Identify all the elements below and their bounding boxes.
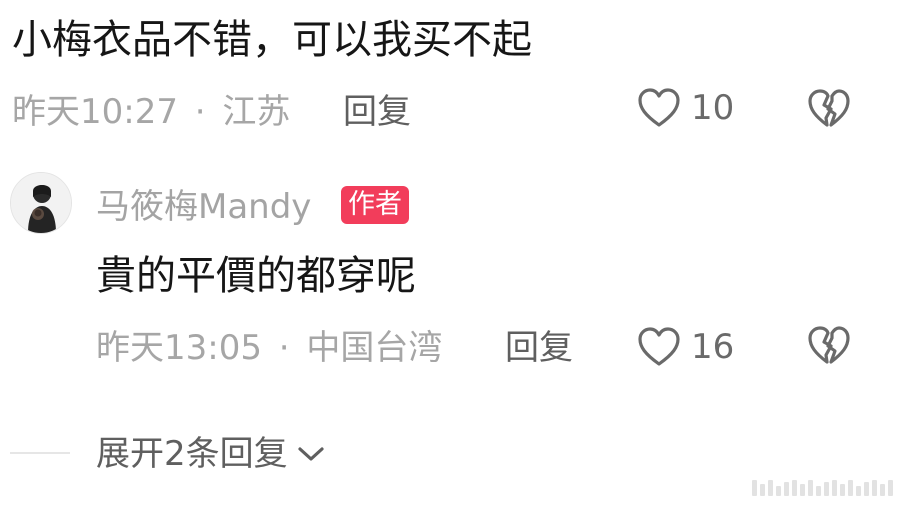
expand-replies-button[interactable]: 展开2条回复: [96, 432, 326, 476]
reply-meta: 昨天13:05 · 中国台湾: [96, 326, 442, 370]
author-name[interactable]: 马筱梅Mandy: [96, 186, 311, 228]
meta-separator: ·: [194, 92, 206, 132]
chevron-down-icon: [296, 444, 326, 464]
comment-like-button[interactable]: 10: [637, 86, 734, 130]
comment-text: 小梅衣品不错，可以我买不起: [12, 17, 532, 63]
broken-heart-icon: [807, 88, 851, 130]
expand-divider: [10, 452, 70, 454]
author-avatar[interactable]: [10, 172, 72, 234]
comment-time: 昨天10:27: [12, 92, 178, 132]
watermark: [752, 480, 893, 496]
reply-like-button[interactable]: 16: [637, 325, 734, 369]
heart-outline-icon: [637, 87, 681, 129]
comment-meta: 昨天10:27 · 江苏: [12, 90, 290, 134]
reply-text: 貴的平價的都穿呢: [96, 253, 416, 299]
author-badge: 作者: [341, 186, 409, 224]
comment-like-count: 10: [691, 88, 735, 128]
reply-dislike-button[interactable]: [807, 325, 851, 367]
reply-like-count: 16: [691, 327, 735, 367]
meta-separator: ·: [278, 328, 290, 368]
reply-location: 中国台湾: [306, 328, 443, 368]
comment-dislike-button[interactable]: [807, 88, 851, 130]
broken-heart-icon: [807, 325, 851, 367]
reply-reply-button[interactable]: 回复: [505, 326, 573, 370]
reply-time: 昨天13:05: [96, 328, 262, 368]
comment-reply-button[interactable]: 回复: [343, 90, 411, 134]
comment-location: 江苏: [222, 92, 291, 132]
expand-replies-label: 展开2条回复: [96, 434, 288, 474]
heart-outline-icon: [637, 326, 681, 368]
